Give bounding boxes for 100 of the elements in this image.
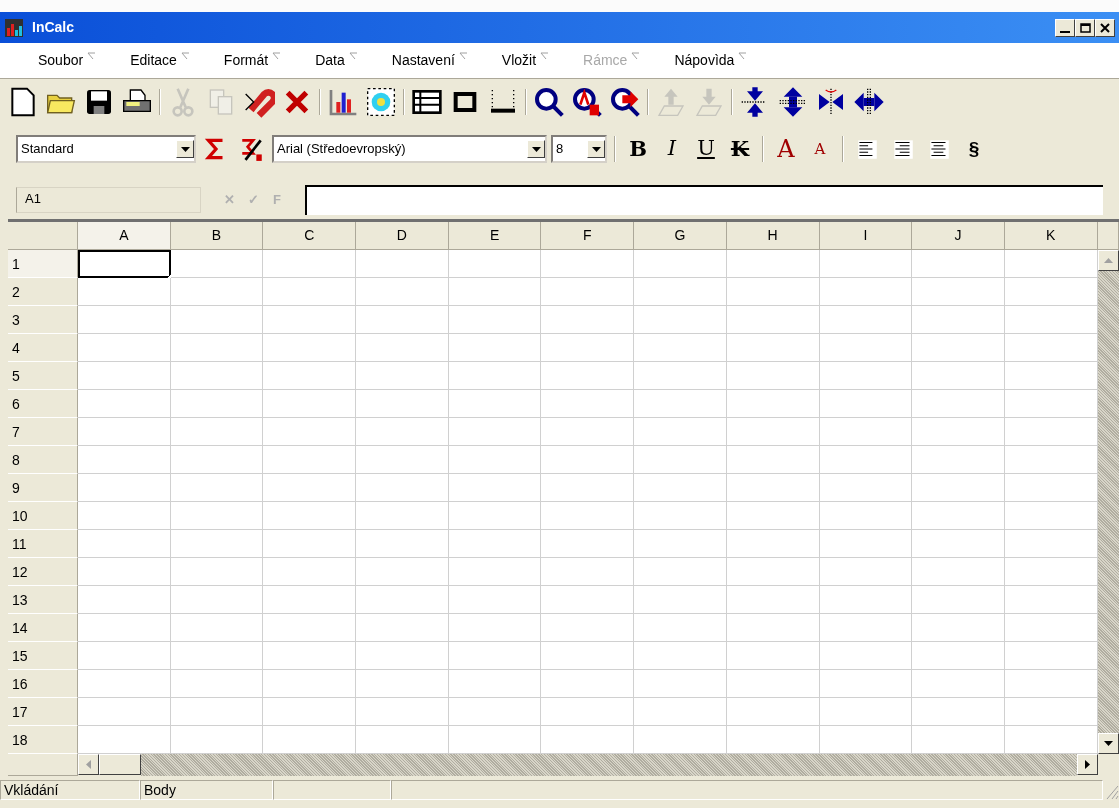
table-cell[interactable] (912, 586, 1005, 614)
table-cell[interactable] (448, 418, 542, 446)
table-cell[interactable] (1004, 698, 1098, 726)
menu-item[interactable]: Nápovìda (652, 50, 760, 71)
menu-item[interactable]: Editace (108, 50, 202, 71)
table-cell[interactable] (726, 334, 820, 362)
table-cell[interactable] (912, 726, 1005, 754)
column-header[interactable]: I (819, 222, 913, 250)
table-cell[interactable] (634, 698, 727, 726)
table-cell[interactable] (634, 334, 727, 362)
table-cell[interactable] (726, 698, 820, 726)
table-cell[interactable] (170, 390, 264, 418)
table-cell[interactable] (263, 474, 357, 502)
table-cell[interactable] (448, 558, 542, 586)
table-cell[interactable] (1004, 362, 1098, 390)
table-cell[interactable] (634, 418, 727, 446)
column-header[interactable]: G (634, 222, 727, 250)
table-cell[interactable] (912, 670, 1005, 698)
table-cell[interactable] (448, 586, 542, 614)
table-cell[interactable] (356, 502, 449, 530)
table-cell[interactable] (263, 306, 357, 334)
minimize-button[interactable] (1055, 18, 1075, 37)
table-cell[interactable] (1004, 446, 1098, 474)
table-cell[interactable] (170, 614, 264, 642)
table-cell[interactable] (726, 558, 820, 586)
row-header[interactable]: 2 (8, 278, 78, 306)
row-header[interactable]: 15 (8, 642, 78, 670)
shrink-font-button[interactable]: A (805, 136, 835, 162)
table-cell[interactable] (356, 642, 449, 670)
table-cell[interactable] (912, 642, 1005, 670)
table-cell[interactable] (726, 614, 820, 642)
table-cell[interactable] (541, 306, 635, 334)
table-cell[interactable] (912, 362, 1005, 390)
table-cell[interactable] (448, 698, 542, 726)
table-cell[interactable] (819, 726, 913, 754)
maximize-button[interactable] (1075, 18, 1095, 37)
table-cell[interactable] (448, 362, 542, 390)
table-cell[interactable] (1004, 278, 1098, 306)
table-cell[interactable] (819, 446, 913, 474)
table-cell[interactable] (263, 250, 357, 278)
table-cell[interactable] (263, 530, 357, 558)
scroll-left-button[interactable] (78, 754, 99, 775)
table-cell[interactable] (356, 558, 449, 586)
table-cell[interactable] (541, 334, 635, 362)
table-cell[interactable] (634, 446, 727, 474)
table-cell[interactable] (448, 670, 542, 698)
table-cell[interactable] (78, 726, 171, 754)
menu-item[interactable]: Formát (201, 50, 294, 71)
table-cell[interactable] (819, 698, 913, 726)
table-cell[interactable] (541, 474, 635, 502)
table-cell[interactable] (541, 558, 635, 586)
section-button[interactable]: § (959, 136, 989, 162)
table-cell[interactable] (819, 614, 913, 642)
table-cell[interactable] (1004, 474, 1098, 502)
table-cell[interactable] (819, 362, 913, 390)
menu-item[interactable]: Data (293, 50, 370, 71)
table-cell[interactable] (448, 530, 542, 558)
table-cell[interactable] (726, 670, 820, 698)
formula-input-field[interactable] (305, 185, 1103, 215)
table-cell[interactable] (170, 362, 264, 390)
table-cell[interactable] (356, 530, 449, 558)
font-dropdown[interactable]: Arial (Středoevropský) (272, 135, 547, 163)
table-cell[interactable] (726, 278, 820, 306)
table-cell[interactable] (1004, 334, 1098, 362)
row-header[interactable]: 1 (8, 250, 78, 278)
table-cell[interactable] (634, 726, 727, 754)
table-cell[interactable] (726, 726, 820, 754)
row-header[interactable]: 16 (8, 670, 78, 698)
table-cell[interactable] (1004, 642, 1098, 670)
table-cell[interactable] (541, 278, 635, 306)
table-cell[interactable] (356, 446, 449, 474)
row-header[interactable]: 12 (8, 558, 78, 586)
table-cell[interactable] (448, 642, 542, 670)
table-cell[interactable] (819, 558, 913, 586)
table-cell[interactable] (170, 558, 264, 586)
column-header[interactable]: J (912, 222, 1005, 250)
table-cell[interactable] (170, 306, 264, 334)
table-cell[interactable] (78, 334, 171, 362)
table-cell[interactable] (448, 390, 542, 418)
table-cell[interactable] (634, 614, 727, 642)
table-cell[interactable] (78, 530, 171, 558)
table-cell[interactable] (819, 670, 913, 698)
table-cell[interactable] (1004, 614, 1098, 642)
table-cell[interactable] (634, 642, 727, 670)
strikethrough-button[interactable]: K (725, 136, 755, 162)
active-cell[interactable] (78, 250, 171, 278)
table-cell[interactable] (819, 586, 913, 614)
table-cell[interactable] (541, 698, 635, 726)
table-cell[interactable] (541, 670, 635, 698)
table-cell[interactable] (356, 726, 449, 754)
row-header[interactable]: 17 (8, 698, 78, 726)
table-cell[interactable] (263, 586, 357, 614)
table-cell[interactable] (78, 614, 171, 642)
table-cell[interactable] (819, 390, 913, 418)
table-cell[interactable] (541, 530, 635, 558)
table-cell[interactable] (912, 530, 1005, 558)
table-cell[interactable] (819, 642, 913, 670)
table-cell[interactable] (448, 474, 542, 502)
table-cell[interactable] (1004, 726, 1098, 754)
table-cell[interactable] (356, 586, 449, 614)
